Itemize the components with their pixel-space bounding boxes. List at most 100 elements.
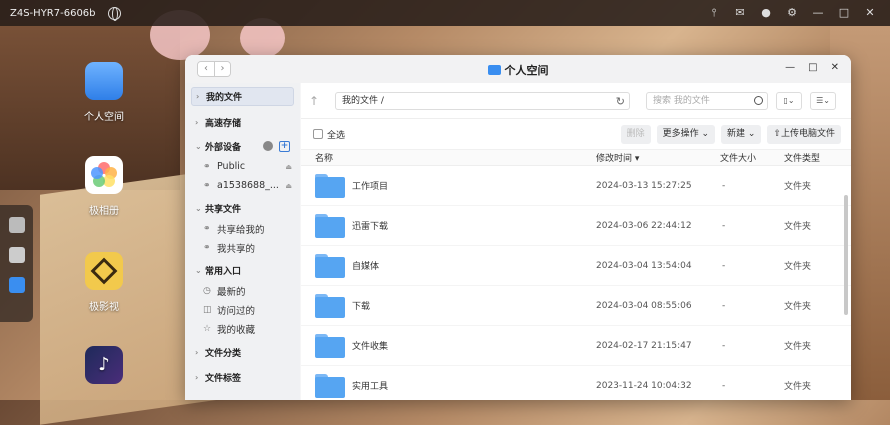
desktop-icon-personal-space[interactable]: 个人空间 [64,62,144,123]
music-icon: ♪ [85,346,123,384]
delete-button[interactable]: 删除 [620,124,651,144]
file-size: - [722,180,726,191]
apps-grid-icon[interactable] [8,247,25,263]
column-header-modified[interactable]: 修改时间 ▾ [596,151,720,164]
nav-buttons: ‹ › [197,61,231,77]
search-input[interactable]: 搜索 我的文件 [646,91,768,110]
add-icon[interactable]: + [279,141,290,152]
chevron-right-icon: › [195,118,199,127]
window-controls: — □ ✕ [785,62,839,73]
folder-icon [315,173,345,198]
sidebar-section-external-devices[interactable]: ⌄ 外部设备 + [185,137,300,156]
minimize-button[interactable]: — [785,62,795,73]
close-button[interactable]: ✕ [831,62,839,73]
table-row[interactable]: 自媒体 2024-03-04 13:54:04 - 文件夹 [301,246,851,286]
file-type: 文件夹 [784,302,812,312]
mail-icon[interactable]: ✉ [734,7,746,19]
back-icon[interactable]: ‹ [198,62,214,76]
desktop-icon-video[interactable]: 极影视 [64,252,144,313]
globe-icon[interactable] [107,6,121,21]
scrollbar[interactable] [844,195,848,315]
search-icon [754,95,763,105]
sidebar-tools: + [263,141,290,152]
sort-button[interactable]: ☰⌄ [810,91,836,110]
chevron-right-icon: › [195,373,199,382]
sidebar-item-my-shares[interactable]: ⚭ 我共享的 [185,238,300,257]
path-input[interactable]: 我的文件 / ↻ [335,91,630,110]
file-size: - [722,300,726,311]
column-header-size[interactable]: 文件大小 [720,151,784,164]
select-all-checkbox[interactable] [313,129,323,139]
sidebar-item-file-category[interactable]: › 文件分类 [185,343,300,362]
table-row[interactable]: 迅雷下载 2024-03-06 22:44:12 - 文件夹 [301,206,851,246]
file-name: 工作项目 [352,182,389,192]
table-header: 名称 修改时间 ▾ 文件大小 文件类型 [301,149,851,166]
table-row[interactable]: 实用工具 2023-11-24 10:04:32 - 文件夹 [301,366,851,400]
file-manager-window: ‹ › 个人空间 — □ ✕ › 我的文件 › 高速存储 ⌄ 外部设备 + ⚭ … [185,55,851,400]
top-bar-icons: ⫯ ✉ ● ⚙ — □ ✕ [708,7,876,19]
desktop-icon-photos[interactable]: 极相册 [64,156,144,217]
up-arrow-icon[interactable]: ↑ [309,94,327,108]
chevron-down-icon: ⌄ [195,142,202,151]
window-title: 个人空间 [185,62,851,78]
table-row[interactable]: 工作项目 2024-03-13 15:27:25 - 文件夹 [301,166,851,206]
file-modified: 2024-03-13 15:27:25 [596,180,692,191]
window-title-bar: ‹ › 个人空间 — □ ✕ [185,55,851,83]
view-mode-button[interactable]: ▯⌄ [776,91,802,110]
table-row[interactable]: 文件收集 2024-02-17 21:15:47 - 文件夹 [301,326,851,366]
folder-icon [315,333,345,358]
sidebar-item-public[interactable]: ⚭ Public ⏏ [185,157,300,176]
maximize-icon[interactable]: □ [838,7,850,19]
forward-icon[interactable]: › [214,62,230,76]
sidebar-item-file-tags[interactable]: › 文件标签 [185,368,300,387]
eject-icon[interactable]: ⏏ [285,163,292,171]
file-size: - [722,260,726,271]
sidebar-item-visited[interactable]: ◫ 访问过的 [185,300,300,319]
column-header-type[interactable]: 文件类型 [784,151,844,164]
sidebar-item-device[interactable]: ⚭ a1538688_... ⏏ [185,176,300,195]
tuning-icon[interactable]: ⫯ [708,7,720,19]
file-size: - [722,380,726,391]
sidebar-item-fast-storage[interactable]: › 高速存储 [185,113,300,132]
file-type: 文件夹 [784,382,812,392]
network-share-icon: ⚭ [203,161,211,172]
select-all-label: 全选 [327,130,346,141]
sidebar-item-shared-with-me[interactable]: ⚭ 共享给我的 [185,219,300,238]
clock-icon: ◷ [203,285,211,296]
sidebar-item-my-files[interactable]: › 我的文件 [191,87,294,106]
gear-icon[interactable]: ⚙ [786,7,798,19]
desktop-icon-music[interactable]: ♪ [64,346,144,392]
folder-icon[interactable] [8,277,25,293]
user-icon[interactable]: ● [760,7,772,19]
column-header-name[interactable]: 名称 [301,151,596,164]
file-size: - [722,220,726,231]
maximize-button[interactable]: □ [808,62,817,73]
gear-icon[interactable] [263,141,273,151]
file-modified: 2024-03-04 08:55:06 [596,300,692,311]
path-bar: ↑ 我的文件 / ↻ 搜索 我的文件 ▯⌄ ☰⌄ [301,83,851,119]
photos-icon [85,156,123,194]
file-modified: 2023-11-24 10:04:32 [596,380,692,391]
table-row[interactable]: 下载 2024-03-04 08:55:06 - 文件夹 [301,286,851,326]
star-icon: ☆ [203,323,212,334]
folder-icon [315,293,345,318]
new-button[interactable]: 新建 ⌄ [721,124,762,144]
upload-button[interactable]: ⇧上传电脑文件 [767,124,841,144]
eject-icon[interactable]: ⏏ [285,182,292,190]
file-name: 文件收集 [352,342,389,352]
sidebar-item-latest[interactable]: ◷ 最新的 [185,281,300,300]
sidebar-section-common[interactable]: ⌄ 常用入口 [185,261,300,280]
sidebar-item-favorites[interactable]: ☆ 我的收藏 [185,319,300,338]
network-share-icon: ⚭ [203,180,211,191]
device-name: Z4S-HYR7-6606b [10,7,96,19]
chevron-right-icon: › [195,348,199,357]
sidebar-section-shared-files[interactable]: ⌄ 共享文件 [185,199,300,218]
more-actions-button[interactable]: 更多操作 ⌄ [656,124,716,144]
drive-icon[interactable] [8,217,25,233]
toolbar: 全选 删除 更多操作 ⌄ 新建 ⌄ ⇧上传电脑文件 [301,119,851,149]
chevron-down-icon: ⌄ [195,266,202,275]
share-icon: ⚭ [203,223,211,234]
close-icon[interactable]: ✕ [864,7,876,19]
refresh-icon[interactable]: ↻ [616,94,625,110]
minimize-icon[interactable]: — [812,7,824,19]
